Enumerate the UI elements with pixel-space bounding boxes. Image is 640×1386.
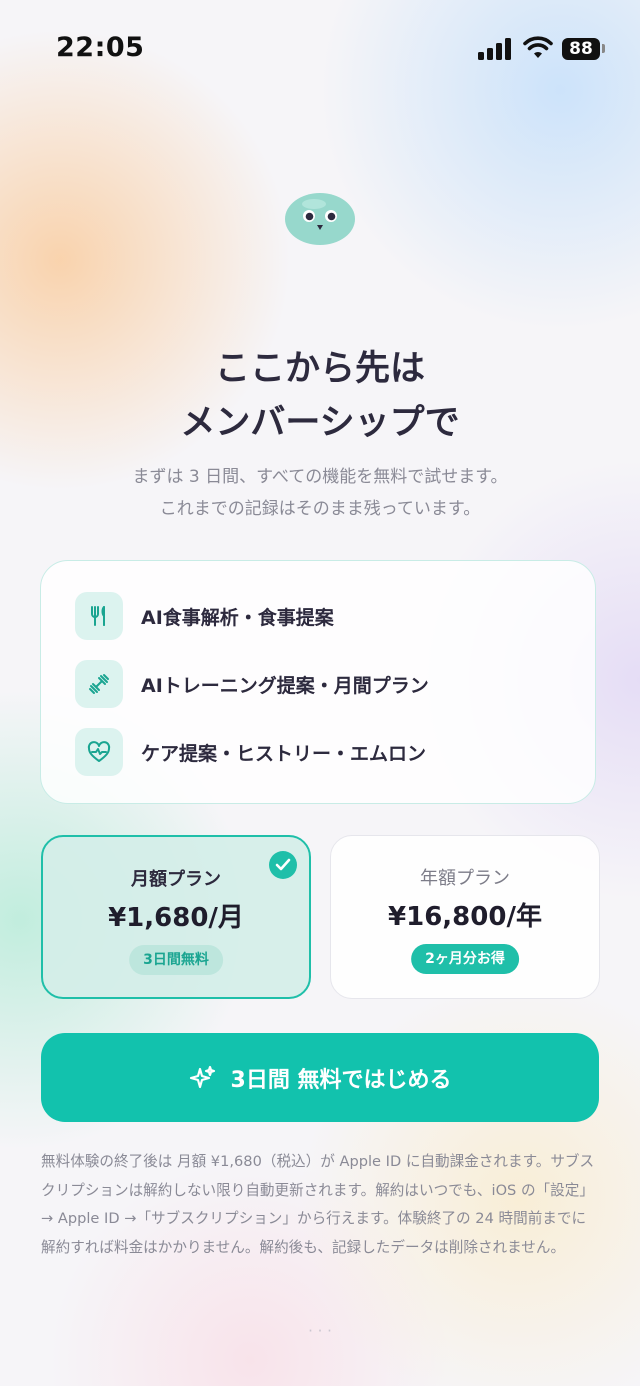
plan-name: 月額プラン bbox=[131, 869, 221, 890]
legal-disclaimer: 無料体験の終了後は 月額 ¥1,680（税込）が Apple ID に自動課金さ… bbox=[41, 1153, 595, 1256]
plan-yearly-card[interactable]: 年額プラン ¥16,800/年 2ヶ月分お得 bbox=[330, 835, 600, 999]
cellular-signal-icon bbox=[478, 38, 512, 60]
subtitle-line1: まずは 3 日間、すべての機能を無料で試せます。 bbox=[132, 467, 508, 487]
feature-item-care: ケア提案・ヒストリー・エムロン bbox=[75, 728, 575, 776]
page-title-line1: ここから先は bbox=[214, 349, 425, 389]
plan-badge: 2ヶ月分お得 bbox=[411, 944, 519, 974]
dumbbell-icon bbox=[75, 660, 123, 708]
plan-badge: 3日間無料 bbox=[129, 945, 223, 975]
mascot-icon bbox=[285, 193, 355, 245]
battery-tip bbox=[602, 44, 605, 53]
fork-knife-icon bbox=[75, 592, 123, 640]
plan-price: ¥1,680/月 bbox=[108, 903, 244, 933]
plan-name: 年額プラン bbox=[420, 868, 510, 889]
sparkle-icon bbox=[189, 1065, 215, 1088]
feature-item-training: AIトレーニング提案・月間プラン bbox=[75, 660, 575, 708]
battery-level: 88 bbox=[562, 38, 600, 60]
plan-price: ¥16,800/年 bbox=[388, 902, 542, 932]
footer-links-faded[interactable]: · · · bbox=[0, 1322, 640, 1334]
feature-item-meal: AI食事解析・食事提案 bbox=[75, 592, 575, 640]
plan-monthly-card[interactable]: 月額プラン ¥1,680/月 3日間無料 bbox=[41, 835, 311, 999]
wifi-icon bbox=[523, 36, 553, 58]
status-time: 22:05 bbox=[56, 32, 145, 63]
feature-label: ケア提案・ヒストリー・エムロン bbox=[141, 743, 427, 765]
subtitle-line2: これまでの記録はそのまま残っています。 bbox=[159, 499, 481, 519]
start-free-trial-button[interactable]: 3日間 無料ではじめる bbox=[41, 1033, 599, 1122]
feature-label: AIトレーニング提案・月間プラン bbox=[141, 675, 429, 697]
heart-pulse-icon bbox=[75, 728, 123, 776]
page-title-line2: メンバーシップで bbox=[180, 403, 460, 443]
feature-label: AI食事解析・食事提案 bbox=[141, 607, 334, 629]
features-card: AI食事解析・食事提案 AIトレーニング提案・月間プラン ケア提案・ヒストリー・… bbox=[40, 560, 596, 804]
start-free-trial-label: 3日間 無料ではじめる bbox=[230, 1067, 452, 1093]
